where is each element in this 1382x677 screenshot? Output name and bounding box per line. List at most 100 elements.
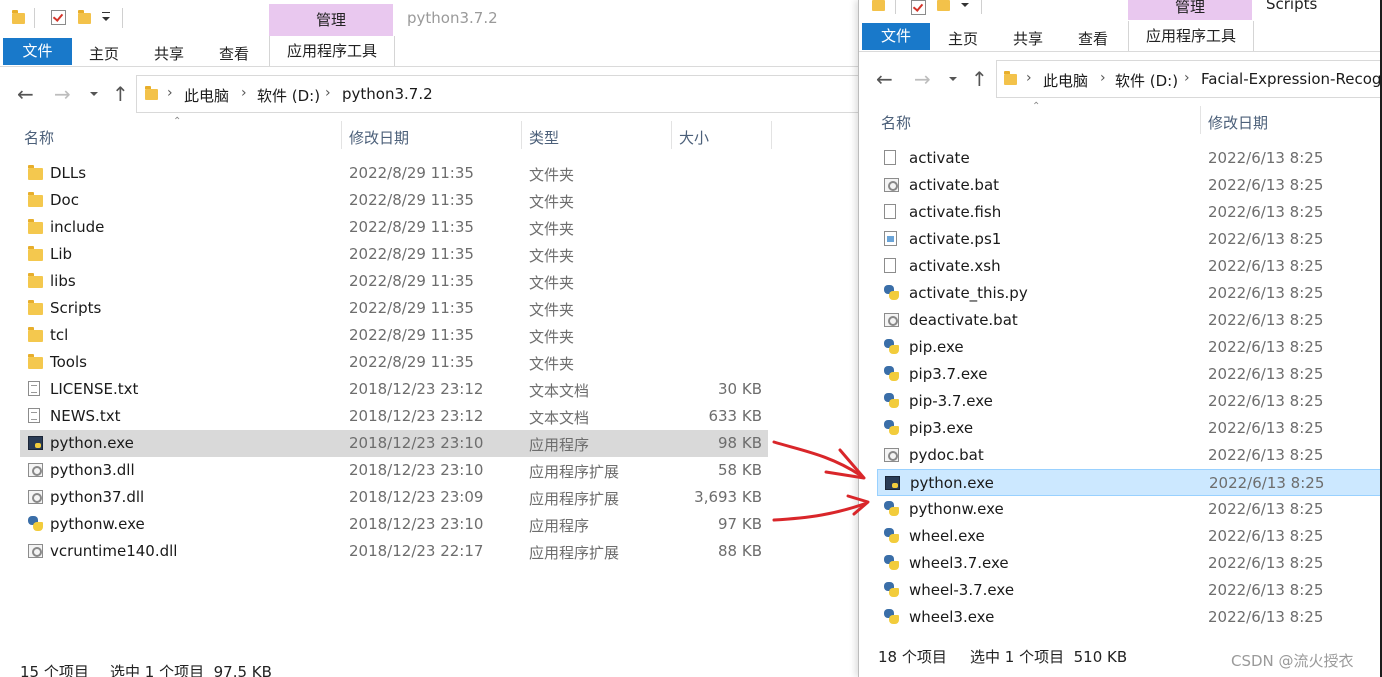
file-row[interactable]: activate 2022/6/13 8:25 — [877, 145, 1382, 172]
file-row[interactable]: vcruntime140.dll 2018/12/23 22:17 应用程序扩展 88… — [20, 538, 768, 565]
up-arrow-icon[interactable]: ↑ — [971, 69, 988, 89]
tab-home[interactable]: 主页 — [948, 28, 978, 49]
file-row[interactable]: tcl 2022/8/29 11:35 文件夹 — [20, 322, 768, 349]
breadcrumb-python372[interactable]: python3.7.2 — [342, 85, 433, 103]
qat-folder-icon[interactable] — [872, 0, 885, 11]
file-name: DLLs — [50, 164, 87, 182]
forward-arrow-icon[interactable]: → — [914, 69, 931, 89]
qat-new-folder-icon[interactable] — [937, 0, 950, 11]
file-type: 文件夹 — [529, 328, 575, 346]
tab-application-tools[interactable]: 应用程序工具 — [269, 36, 395, 66]
file-row[interactable]: wheel.exe 2022/6/13 8:25 — [877, 523, 1382, 550]
breadcrumb-separator[interactable]: › — [1184, 70, 1190, 86]
file-date: 2022/6/13 8:25 — [1208, 230, 1324, 248]
file-row[interactable]: pip3.exe 2022/6/13 8:25 — [877, 415, 1382, 442]
file-row[interactable]: pip3.7.exe 2022/6/13 8:25 — [877, 361, 1382, 388]
file-row[interactable]: pydoc.bat 2022/6/13 8:25 — [877, 442, 1382, 469]
file-row[interactable]: activate_this.py 2022/6/13 8:25 — [877, 280, 1382, 307]
file-date: 2022/6/13 8:25 — [1209, 474, 1325, 492]
file-row[interactable]: NEWS.txt 2018/12/23 23:12 文本文档 633 KB — [20, 403, 768, 430]
breadcrumb-drive-d[interactable]: 软件 (D:) — [257, 85, 320, 106]
file-row[interactable]: include 2022/8/29 11:35 文件夹 — [20, 214, 768, 241]
breadcrumb-separator[interactable]: › — [1026, 70, 1032, 86]
breadcrumb-separator[interactable]: › — [241, 85, 247, 101]
file-date: 2022/6/13 8:25 — [1208, 500, 1324, 518]
file-row[interactable]: Doc 2022/8/29 11:35 文件夹 — [20, 187, 768, 214]
file-row[interactable]: activate.bat 2022/6/13 8:25 — [877, 172, 1382, 199]
text-file-icon — [28, 381, 40, 396]
manage-tab[interactable]: 管理 — [269, 4, 393, 36]
qat-new-folder-icon[interactable] — [78, 10, 91, 24]
file-size: 30 KB — [718, 380, 762, 398]
breadcrumb-drive-d[interactable]: 软件 (D:) — [1115, 70, 1178, 91]
bat-gear-icon — [884, 313, 899, 327]
file-row[interactable]: Tools 2022/8/29 11:35 文件夹 — [20, 349, 768, 376]
column-divider[interactable] — [771, 121, 772, 149]
file-row[interactable]: pip.exe 2022/6/13 8:25 — [877, 334, 1382, 361]
tab-view[interactable]: 查看 — [1078, 28, 1108, 49]
qat-customize-icon[interactable] — [102, 17, 110, 21]
recent-locations-chevron-icon[interactable] — [90, 92, 98, 96]
back-arrow-icon[interactable]: ← — [17, 84, 34, 104]
back-arrow-icon[interactable]: ← — [876, 69, 893, 89]
dll-gear-icon — [28, 544, 43, 558]
file-row[interactable]: python.exe 2018/12/23 23:10 应用程序 98 KB — [20, 430, 768, 457]
breadcrumb-separator[interactable]: › — [325, 85, 331, 101]
file-row[interactable]: activate.ps1 2022/6/13 8:25 — [877, 226, 1382, 253]
file-row[interactable]: deactivate.bat 2022/6/13 8:25 — [877, 307, 1382, 334]
forward-arrow-icon[interactable]: → — [54, 84, 71, 104]
breadcrumb-separator[interactable]: › — [167, 85, 173, 101]
qat-properties-icon[interactable] — [51, 10, 66, 25]
file-row[interactable]: python3.dll 2018/12/23 23:10 应用程序扩展 58 KB — [20, 457, 768, 484]
column-header-size[interactable]: 大小 — [679, 127, 709, 148]
file-row[interactable]: activate.xsh 2022/6/13 8:25 — [877, 253, 1382, 280]
file-row[interactable]: libs 2022/8/29 11:35 文件夹 — [20, 268, 768, 295]
address-bar[interactable]: › 此电脑 › 软件 (D:) › python3.7.2 — [136, 75, 858, 113]
file-row[interactable]: wheel3.exe 2022/6/13 8:25 — [877, 604, 1382, 631]
file-row[interactable]: pip-3.7.exe 2022/6/13 8:25 — [877, 388, 1382, 415]
recent-locations-chevron-icon[interactable] — [949, 77, 957, 81]
breadcrumb-this-pc[interactable]: 此电脑 — [184, 85, 229, 106]
file-row[interactable]: Lib 2022/8/29 11:35 文件夹 — [20, 241, 768, 268]
tab-home[interactable]: 主页 — [89, 43, 119, 64]
qat-folder-icon[interactable] — [12, 10, 25, 24]
column-divider[interactable] — [521, 121, 522, 149]
address-bar[interactable]: › 此电脑 › 软件 (D:) › Facial-Expression-Reco… — [996, 60, 1382, 98]
tab-file[interactable]: 文件 — [3, 38, 72, 65]
manage-tab[interactable]: 管理 — [1128, 0, 1252, 20]
file-row[interactable]: python37.dll 2018/12/23 23:09 应用程序扩展 3,693 … — [20, 484, 768, 511]
file-name: activate.ps1 — [909, 230, 1002, 248]
python-logo-icon — [884, 609, 899, 624]
file-row[interactable]: pythonw.exe 2018/12/23 23:10 应用程序 97 KB — [20, 511, 768, 538]
qat-separator — [34, 8, 35, 28]
tab-view[interactable]: 查看 — [219, 43, 249, 64]
qat-properties-icon[interactable] — [911, 0, 926, 15]
tab-application-tools[interactable]: 应用程序工具 — [1128, 21, 1254, 51]
file-row[interactable]: Scripts 2022/8/29 11:35 文件夹 — [20, 295, 768, 322]
column-divider[interactable] — [341, 121, 342, 149]
breadcrumb-project-folder[interactable]: Facial-Expression-Recogn — [1201, 70, 1382, 88]
tab-file[interactable]: 文件 — [862, 23, 930, 50]
up-arrow-icon[interactable]: ↑ — [112, 84, 129, 104]
file-row[interactable]: wheel3.7.exe 2022/6/13 8:25 — [877, 550, 1382, 577]
file-row[interactable]: activate.fish 2022/6/13 8:25 — [877, 199, 1382, 226]
text-file-icon — [28, 408, 40, 423]
sort-ascending-icon: ⌃ — [173, 116, 182, 127]
tab-share[interactable]: 共享 — [1013, 28, 1043, 49]
column-header-date[interactable]: 修改日期 — [1208, 112, 1268, 133]
column-header-name[interactable]: 名称 — [24, 127, 54, 148]
file-row[interactable]: pythonw.exe 2022/6/13 8:25 — [877, 496, 1382, 523]
column-header-type[interactable]: 类型 — [529, 127, 559, 148]
file-row[interactable]: wheel-3.7.exe 2022/6/13 8:25 — [877, 577, 1382, 604]
column-divider[interactable] — [1200, 106, 1201, 134]
file-row[interactable]: LICENSE.txt 2018/12/23 23:12 文本文档 30 KB — [20, 376, 768, 403]
file-row[interactable]: DLLs 2022/8/29 11:35 文件夹 — [20, 160, 768, 187]
column-header-name[interactable]: 名称 — [881, 112, 911, 133]
tab-share[interactable]: 共享 — [154, 43, 184, 64]
column-header-date[interactable]: 修改日期 — [349, 127, 409, 148]
file-row[interactable]: python.exe 2022/6/13 8:25 — [877, 469, 1382, 496]
qat-customize-icon[interactable] — [961, 3, 969, 7]
breadcrumb-separator[interactable]: › — [1100, 70, 1106, 86]
column-divider[interactable] — [671, 121, 672, 149]
breadcrumb-this-pc[interactable]: 此电脑 — [1043, 70, 1088, 91]
